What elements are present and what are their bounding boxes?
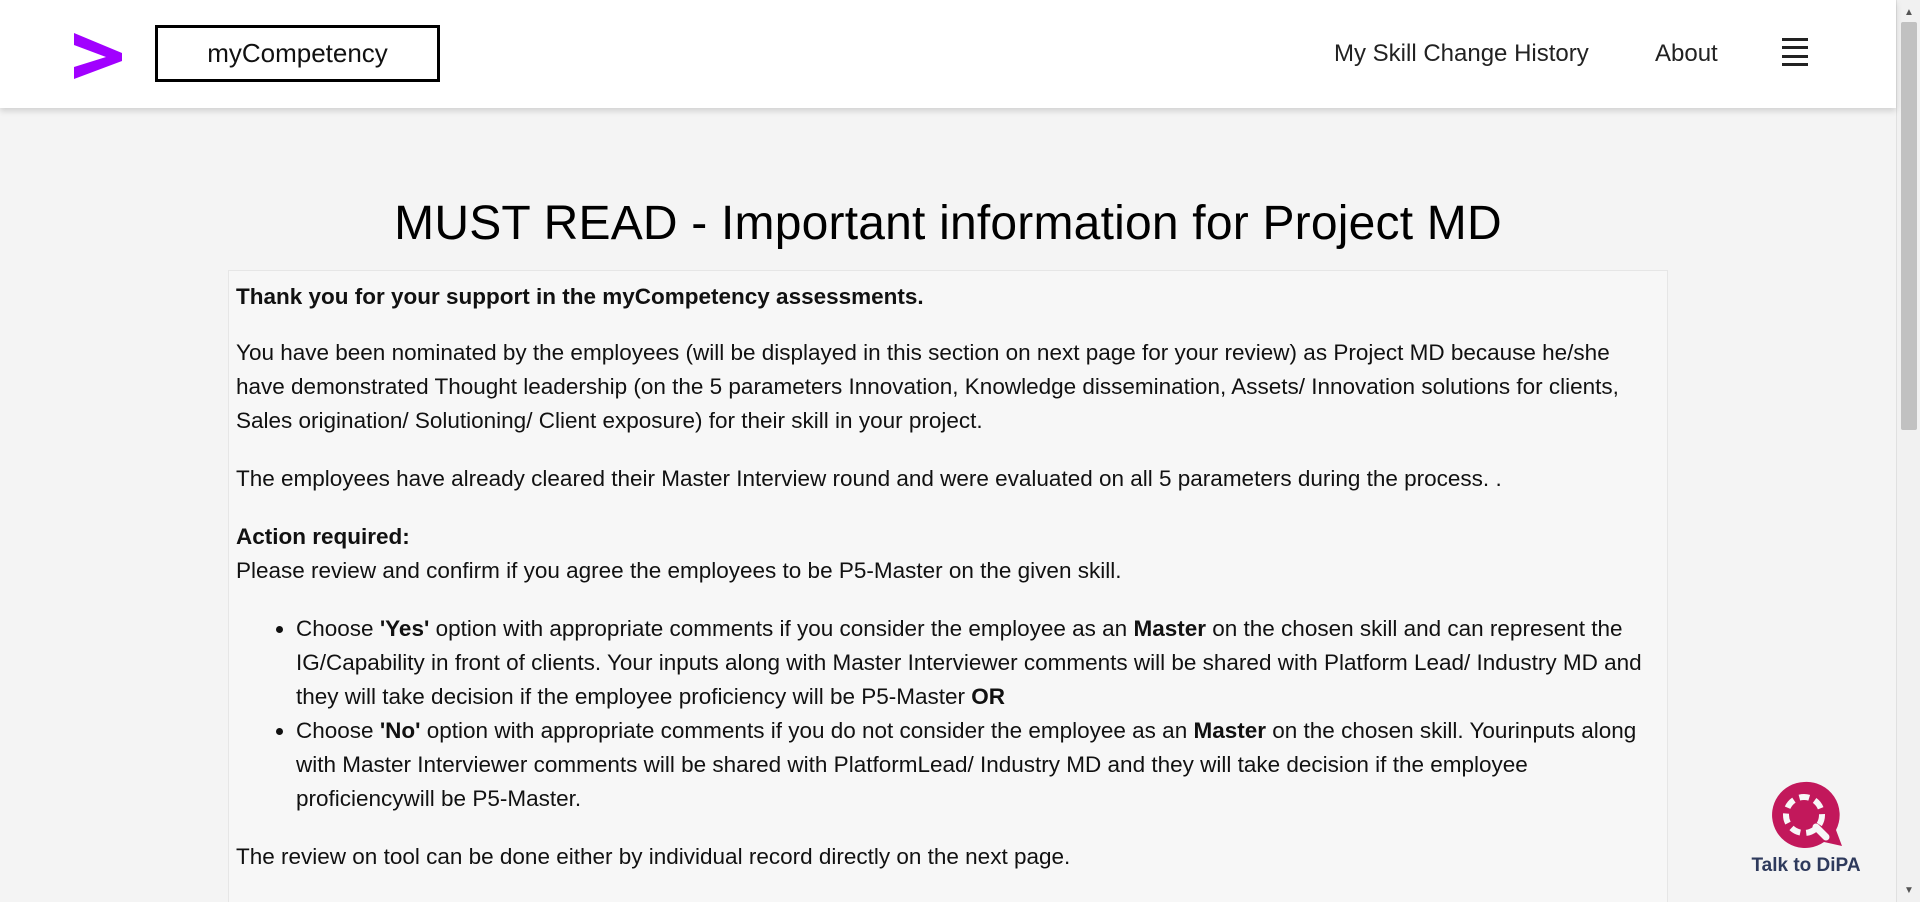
list-item-yes: Choose 'Yes' option with appropriate com… bbox=[296, 612, 1656, 714]
evaluation-paragraph: The employees have already cleared their… bbox=[236, 466, 1502, 491]
brand-title[interactable]: myCompetency bbox=[155, 25, 440, 82]
review-paragraph: The review on tool can be done either by… bbox=[236, 844, 1071, 869]
page-scrollbar[interactable]: ▲ ▼ bbox=[1896, 0, 1920, 902]
nav-skill-change-history[interactable]: My Skill Change History bbox=[1334, 0, 1589, 108]
page-title: MUST READ - Important information for Pr… bbox=[394, 197, 1502, 250]
action-section: Action required: Please review and confi… bbox=[236, 520, 1656, 588]
list-item-no: Choose 'No' option with appropriate comm… bbox=[296, 714, 1656, 816]
talk-to-dipa-button[interactable]: Talk to DiPA bbox=[1744, 778, 1868, 882]
accenture-logo-icon[interactable] bbox=[72, 31, 124, 81]
options-list: Choose 'Yes' option with appropriate com… bbox=[296, 612, 1656, 816]
top-header: myCompetency My Skill Change History Abo… bbox=[0, 0, 1896, 108]
dipa-label[interactable]: Talk to DiPA bbox=[1744, 855, 1868, 877]
chat-bubble-icon[interactable] bbox=[1766, 780, 1846, 850]
info-content: Thank you for your support in the myComp… bbox=[236, 280, 1656, 898]
action-heading: Action required: bbox=[236, 524, 410, 549]
scroll-up-arrow-icon[interactable]: ▲ bbox=[1897, 2, 1920, 22]
nav-about[interactable]: About bbox=[1655, 0, 1718, 108]
scroll-thumb[interactable] bbox=[1901, 22, 1917, 430]
action-text: Please review and confirm if you agree t… bbox=[236, 558, 1122, 583]
scroll-down-arrow-icon[interactable]: ▼ bbox=[1897, 880, 1920, 900]
thanks-text: Thank you for your support in the myComp… bbox=[236, 284, 924, 309]
nomination-paragraph: You have been nominated by the employees… bbox=[236, 340, 1619, 433]
hamburger-menu-icon[interactable] bbox=[1782, 38, 1808, 66]
